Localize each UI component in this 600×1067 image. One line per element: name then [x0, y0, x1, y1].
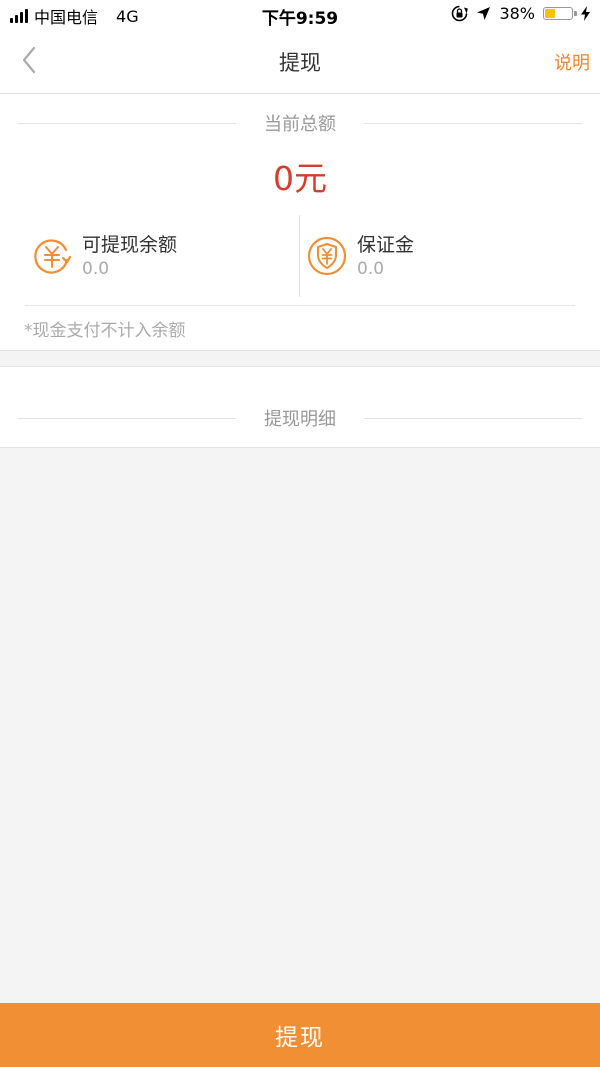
status-bar: 中国电信 4G 下午9:59 38% [0, 0, 600, 30]
withdrawable-balance-value: 0.0 [82, 259, 110, 279]
section-title-details-text: 提现明细 [264, 409, 336, 430]
location-arrow-icon [477, 7, 491, 20]
section-title-total: 当前总额 [18, 110, 582, 136]
total-amount: 0元 [273, 159, 327, 198]
battery-icon [543, 7, 577, 20]
section-title-total-text: 当前总额 [264, 114, 336, 135]
battery-percent: 38% [499, 4, 535, 23]
withdrawable-balance-label: 可提现余额 [82, 234, 178, 256]
withdrawal-details-section: 提现明细 [0, 366, 600, 448]
charging-bolt-icon [581, 6, 590, 21]
withdraw-button[interactable]: 提现 [0, 1003, 600, 1067]
page-title: 提现 [279, 51, 321, 75]
cash-payment-note: *现金支付不计入余额 [24, 321, 186, 341]
help-link[interactable]: 说明 [554, 49, 590, 75]
withdrawable-balance: 可提现余额 0.0 [25, 215, 295, 297]
battery-fill [545, 9, 555, 18]
deposit-value: 0.0 [357, 259, 385, 279]
balance-summary-card: 当前总额 0元 可提现余额 0.0 保证金 0.0 *现金支付不计入余额 [0, 94, 600, 351]
deposit-label: 保证金 [357, 234, 415, 256]
yuan-shield-icon [307, 236, 347, 276]
deposit-balance: 保证金 0.0 [300, 215, 575, 297]
status-bar-right: 38% [451, 4, 590, 23]
card-divider [25, 305, 575, 306]
rotation-lock-icon [452, 5, 469, 22]
section-title-details: 提现明细 [18, 405, 582, 431]
nav-bar: 提现 说明 [0, 30, 600, 94]
yuan-cycle-icon [34, 239, 72, 274]
balance-stats: 可提现余额 0.0 保证金 0.0 [25, 215, 575, 297]
